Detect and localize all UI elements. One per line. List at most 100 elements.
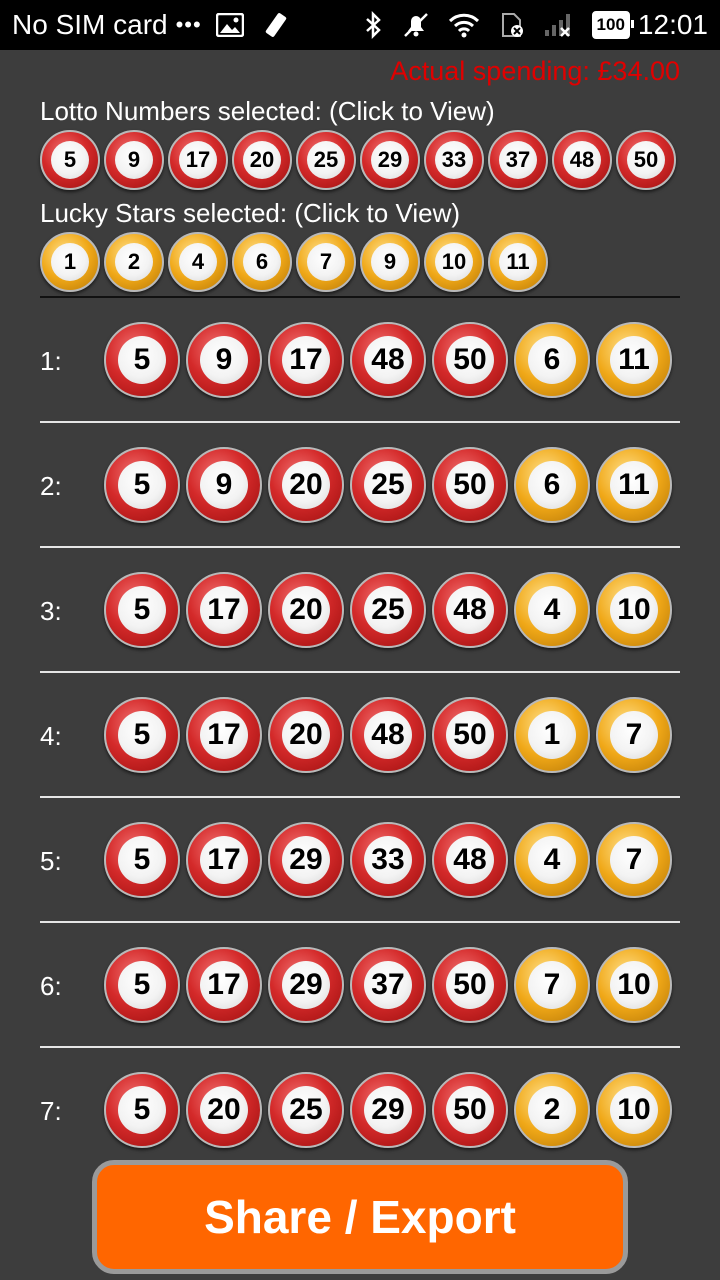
ball-number: 20 xyxy=(281,460,331,510)
lotto-ball: 5 xyxy=(40,130,100,190)
ball-number: 4 xyxy=(527,835,577,885)
lotto-ball: 50 xyxy=(616,130,676,190)
ball-number: 48 xyxy=(445,835,495,885)
lucky-star-ball: 2 xyxy=(514,1072,590,1148)
line-number: 4: xyxy=(40,721,62,751)
wifi-icon xyxy=(448,10,480,40)
main-number-ball: 20 xyxy=(268,572,344,648)
lucky-star-ball: 11 xyxy=(596,322,672,398)
ball-number: 17 xyxy=(199,585,249,635)
ball-number: 1 xyxy=(50,242,90,282)
lucky-star-ball: 11 xyxy=(488,232,548,292)
main-number-ball: 9 xyxy=(186,322,262,398)
lucky-star-ball: 10 xyxy=(596,947,672,1023)
main-number-ball: 17 xyxy=(268,322,344,398)
main-number-ball: 29 xyxy=(268,947,344,1023)
ball-number: 50 xyxy=(445,335,495,385)
lotto-numbers-row[interactable]: 5 9 17 20 25 29 33 37 48 50 xyxy=(40,130,676,190)
line-row[interactable]: 5: 5 17 29 33 48 4 7 xyxy=(0,798,720,922)
ball-number: 37 xyxy=(498,140,538,180)
ball-number: 17 xyxy=(199,710,249,760)
main-number-ball: 50 xyxy=(432,1072,508,1148)
ball-number: 4 xyxy=(178,242,218,282)
ball-number: 11 xyxy=(498,242,538,282)
ball-number: 5 xyxy=(117,335,167,385)
ball-number: 50 xyxy=(626,140,666,180)
ball-number: 5 xyxy=(117,585,167,635)
line-balls: 5 9 20 25 50 6 11 xyxy=(104,447,672,523)
ball-number: 29 xyxy=(281,960,331,1010)
ball-number: 50 xyxy=(445,710,495,760)
ball-number: 29 xyxy=(363,1085,413,1135)
ball-number: 20 xyxy=(281,585,331,635)
lucky-star-ball: 1 xyxy=(514,697,590,773)
line-number: 1: xyxy=(40,346,62,376)
clock: 12:01 xyxy=(637,9,708,40)
line-row[interactable]: 2: 5 9 20 25 50 6 11 xyxy=(0,423,720,547)
line-row[interactable]: 4: 5 17 20 48 50 1 7 xyxy=(0,673,720,797)
share-export-button[interactable]: Share / Export xyxy=(92,1160,628,1274)
more-notifications-icon: ••• xyxy=(175,12,202,37)
ball-number: 17 xyxy=(281,335,331,385)
ball-number: 10 xyxy=(434,242,474,282)
battery-icon: 100 xyxy=(591,11,635,39)
line-row[interactable]: 1: 5 9 17 48 50 6 11 xyxy=(0,298,720,422)
line-row[interactable]: 6: 5 17 29 37 50 7 10 xyxy=(0,923,720,1047)
tools-icon xyxy=(262,10,290,40)
lucky-star-ball: 4 xyxy=(168,232,228,292)
ball-number: 20 xyxy=(242,140,282,180)
main-number-ball: 17 xyxy=(186,947,262,1023)
line-row[interactable]: 3: 5 17 20 25 48 4 10 xyxy=(0,548,720,672)
lucky-star-ball: 7 xyxy=(514,947,590,1023)
ball-number: 25 xyxy=(306,140,346,180)
ball-number: 20 xyxy=(199,1085,249,1135)
lucky-star-ball: 6 xyxy=(514,322,590,398)
main-number-ball: 20 xyxy=(186,1072,262,1148)
lotto-ball: 29 xyxy=(360,130,420,190)
main-number-ball: 25 xyxy=(350,447,426,523)
main-number-ball: 17 xyxy=(186,822,262,898)
lotto-ball: 37 xyxy=(488,130,548,190)
main-number-ball: 25 xyxy=(350,572,426,648)
ball-number: 10 xyxy=(609,585,659,635)
ball-number: 11 xyxy=(609,335,659,385)
lotto-ball: 17 xyxy=(168,130,228,190)
lotto-ball: 33 xyxy=(424,130,484,190)
lucky-stars-link[interactable]: Lucky Stars selected: (Click to View) xyxy=(40,198,460,229)
ball-number: 33 xyxy=(434,140,474,180)
ball-number: 5 xyxy=(117,460,167,510)
ball-number: 29 xyxy=(370,140,410,180)
lucky-star-ball: 2 xyxy=(104,232,164,292)
ball-number: 11 xyxy=(609,460,659,510)
main-number-ball: 48 xyxy=(432,822,508,898)
main-number-ball: 17 xyxy=(186,572,262,648)
lotto-ball: 9 xyxy=(104,130,164,190)
lucky-star-ball: 10 xyxy=(424,232,484,292)
main-number-ball: 5 xyxy=(104,572,180,648)
line-balls: 5 17 20 48 50 1 7 xyxy=(104,697,672,773)
lucky-stars-row[interactable]: 1 2 4 6 7 9 10 11 xyxy=(40,232,548,292)
no-sim-icon xyxy=(498,10,526,40)
main-number-ball: 20 xyxy=(268,697,344,773)
ball-number: 5 xyxy=(117,835,167,885)
ball-number: 9 xyxy=(114,140,154,180)
ball-number: 17 xyxy=(178,140,218,180)
ball-number: 17 xyxy=(199,960,249,1010)
ball-number: 10 xyxy=(609,1085,659,1135)
image-icon xyxy=(215,10,244,40)
main-number-ball: 50 xyxy=(432,447,508,523)
ball-number: 48 xyxy=(363,710,413,760)
line-row[interactable]: 7: 5 20 25 29 50 2 10 xyxy=(0,1048,720,1172)
main-number-ball: 48 xyxy=(350,322,426,398)
ball-number: 50 xyxy=(445,960,495,1010)
lotto-numbers-link[interactable]: Lotto Numbers selected: (Click to View) xyxy=(40,96,495,127)
ball-number: 6 xyxy=(527,460,577,510)
main-number-ball: 33 xyxy=(350,822,426,898)
main-number-ball: 9 xyxy=(186,447,262,523)
line-balls: 5 17 20 25 48 4 10 xyxy=(104,572,672,648)
lucky-star-ball: 7 xyxy=(596,697,672,773)
lucky-star-ball: 6 xyxy=(232,232,292,292)
main-number-ball: 5 xyxy=(104,447,180,523)
main-number-ball: 17 xyxy=(186,697,262,773)
signal-icon xyxy=(544,10,574,40)
